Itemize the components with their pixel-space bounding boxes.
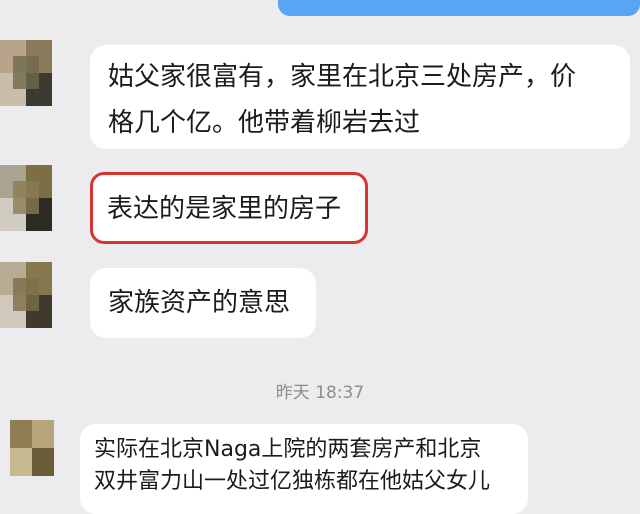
avatar[interactable] [0,165,52,231]
avatar[interactable] [10,420,54,476]
message-text: 格几个亿。他带着柳岩去过 [108,108,421,138]
message-text: 双井富力山一处过亿独栋都在他姑父女儿 [94,469,491,494]
avatar[interactable] [0,262,52,328]
message-text: 家族资产的意思 [108,288,291,318]
message-bubble[interactable]: 实际在北京Naga上院的两套房产和北京 双井富力山一处过亿独栋都在他姑父女儿 [80,424,528,514]
highlighted-message-bubble[interactable]: 表达的是家里的房子 [90,172,368,244]
message-text: 表达的是家里的房子 [107,194,342,224]
sent-message-bubble[interactable] [278,0,640,16]
timestamp: 昨天 18:37 [275,383,365,403]
message-text: 姑父家很富有，家里在北京三处房产，价 [108,62,577,92]
message-bubble[interactable]: 姑父家很富有，家里在北京三处房产，价 格几个亿。他带着柳岩去过 [90,45,630,149]
message-bubble[interactable]: 家族资产的意思 [90,268,316,338]
avatar[interactable] [0,40,52,106]
